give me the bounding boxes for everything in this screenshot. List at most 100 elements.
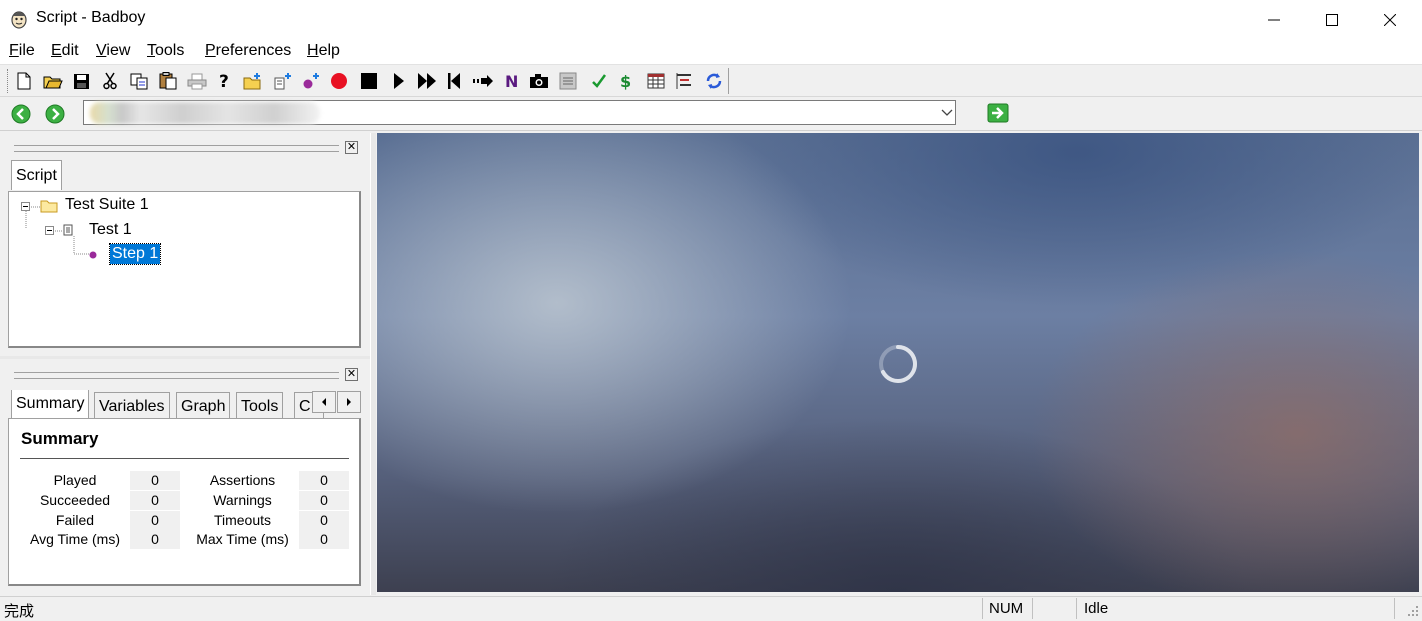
go-arrow-icon (987, 103, 1009, 123)
toolbar-grip[interactable] (7, 69, 11, 93)
assertion-button[interactable] (588, 70, 610, 92)
title-bar: Script - Badboy (0, 0, 1422, 39)
minus-icon (47, 230, 52, 231)
summary-pane-grip[interactable] (14, 372, 339, 379)
script-tree[interactable]: Test Suite 1 Test 1 Step 1 (8, 191, 361, 348)
status-divider (1032, 598, 1033, 619)
document-button[interactable] (557, 70, 579, 92)
maximize-icon (1326, 13, 1338, 26)
tab-graph[interactable]: Graph (176, 392, 231, 420)
avg-time-label: Avg Time (ms) (30, 531, 120, 547)
warnings-label: Warnings (213, 492, 272, 508)
status-divider (1394, 598, 1395, 619)
new-button[interactable] (13, 70, 35, 92)
summary-tabbar: Summary Variables Graph Tools C (11, 390, 361, 420)
tab-tools[interactable]: Tools (236, 392, 284, 420)
url-combobox[interactable] (83, 100, 956, 125)
script-tabbar: Script (11, 160, 361, 192)
play-icon (394, 73, 404, 89)
summary-heading: Summary (21, 429, 99, 448)
play-button[interactable] (388, 70, 410, 92)
back-button[interactable] (11, 104, 31, 129)
table-button[interactable] (645, 70, 667, 92)
cut-button[interactable] (99, 70, 121, 92)
record-button[interactable] (328, 70, 350, 92)
tab-script[interactable]: Script (11, 160, 62, 190)
expander-suite[interactable] (21, 202, 30, 211)
minus-icon (23, 206, 28, 207)
folder-icon (40, 200, 58, 213)
add-test-icon (274, 73, 291, 90)
window-title: Script - Badboy (36, 9, 146, 26)
go-button[interactable] (987, 103, 1009, 128)
save-icon (73, 73, 89, 89)
url-dropdown-button[interactable] (937, 101, 957, 124)
status-divider (982, 598, 983, 619)
expander-test[interactable] (45, 226, 54, 235)
timeouts-label: Timeouts (213, 512, 272, 528)
menu-file[interactable]: File (9, 42, 35, 60)
resize-grip-icon[interactable] (1406, 604, 1420, 618)
screenshot-button[interactable] (528, 70, 550, 92)
paste-button[interactable] (157, 70, 179, 92)
open-button[interactable] (42, 70, 64, 92)
tree-item-step-selected[interactable]: Step 1 (108, 243, 162, 265)
tab-variables[interactable]: Variables (94, 392, 170, 420)
tab-summary[interactable]: Summary (11, 390, 90, 418)
rewind-button[interactable] (443, 70, 465, 92)
summary-pane-close-button[interactable]: ✕ (345, 368, 358, 381)
skip-button[interactable] (472, 70, 494, 92)
variable-button[interactable]: $ (615, 70, 637, 92)
close-icon: ✕ (346, 141, 357, 153)
failed-value: 0 (130, 511, 180, 530)
stop-button[interactable] (358, 70, 380, 92)
add-suite-button[interactable] (242, 70, 264, 92)
tree-view-button[interactable] (673, 70, 695, 92)
assertions-value: 0 (299, 471, 349, 490)
tab-scroll-left-button[interactable] (312, 391, 336, 413)
menu-edit[interactable]: Edit (51, 42, 79, 60)
maximize-button[interactable] (1303, 0, 1361, 39)
menu-preferences[interactable]: Preferences (205, 42, 291, 60)
pane-splitter-vertical[interactable] (370, 133, 376, 595)
forward-button[interactable] (45, 104, 65, 129)
tab-scroll-right-button[interactable] (337, 391, 361, 413)
navigate-icon: N (505, 72, 518, 90)
play-all-icon (418, 73, 436, 89)
max-time-label: Max Time (ms) (196, 531, 289, 547)
add-step-button[interactable] (300, 70, 322, 92)
script-pane-grip[interactable] (14, 145, 339, 152)
warnings-value: 0 (299, 491, 349, 510)
menu-help[interactable]: Help (307, 42, 340, 60)
chevron-down-icon (941, 109, 953, 116)
minimize-icon (1268, 19, 1280, 20)
tree-item-test[interactable]: Test 1 (89, 221, 132, 239)
menu-view[interactable]: View (96, 42, 130, 60)
menu-tools[interactable]: Tools (147, 42, 184, 60)
max-time-value: 0 (299, 530, 349, 549)
tree-item-suite[interactable]: Test Suite 1 (65, 196, 149, 214)
status-text: 完成 (4, 603, 35, 620)
variable-icon: $ (620, 72, 631, 90)
refresh-button[interactable] (703, 70, 725, 92)
status-divider (1076, 598, 1077, 619)
pane-splitter-horizontal[interactable] (0, 356, 372, 359)
copy-button[interactable] (128, 70, 150, 92)
navigate-button[interactable]: N (500, 70, 522, 92)
help-button[interactable]: ? (214, 70, 236, 92)
triangle-right-icon (347, 398, 351, 406)
tree-icon (676, 73, 691, 89)
close-button[interactable] (1361, 0, 1419, 39)
print-button[interactable] (186, 70, 208, 92)
failed-label: Failed (55, 512, 95, 528)
document-icon (559, 72, 577, 90)
loading-spinner-icon (879, 345, 917, 383)
add-test-button[interactable] (272, 70, 294, 92)
play-all-button[interactable] (416, 70, 438, 92)
script-pane-close-button[interactable]: ✕ (345, 141, 358, 154)
browser-view[interactable] (377, 133, 1419, 592)
minimize-button[interactable] (1245, 0, 1303, 39)
close-icon (1384, 13, 1396, 26)
save-button[interactable] (70, 70, 92, 92)
summary-panel: Summary Played 0 Assertions 0 Succeeded … (8, 418, 361, 586)
